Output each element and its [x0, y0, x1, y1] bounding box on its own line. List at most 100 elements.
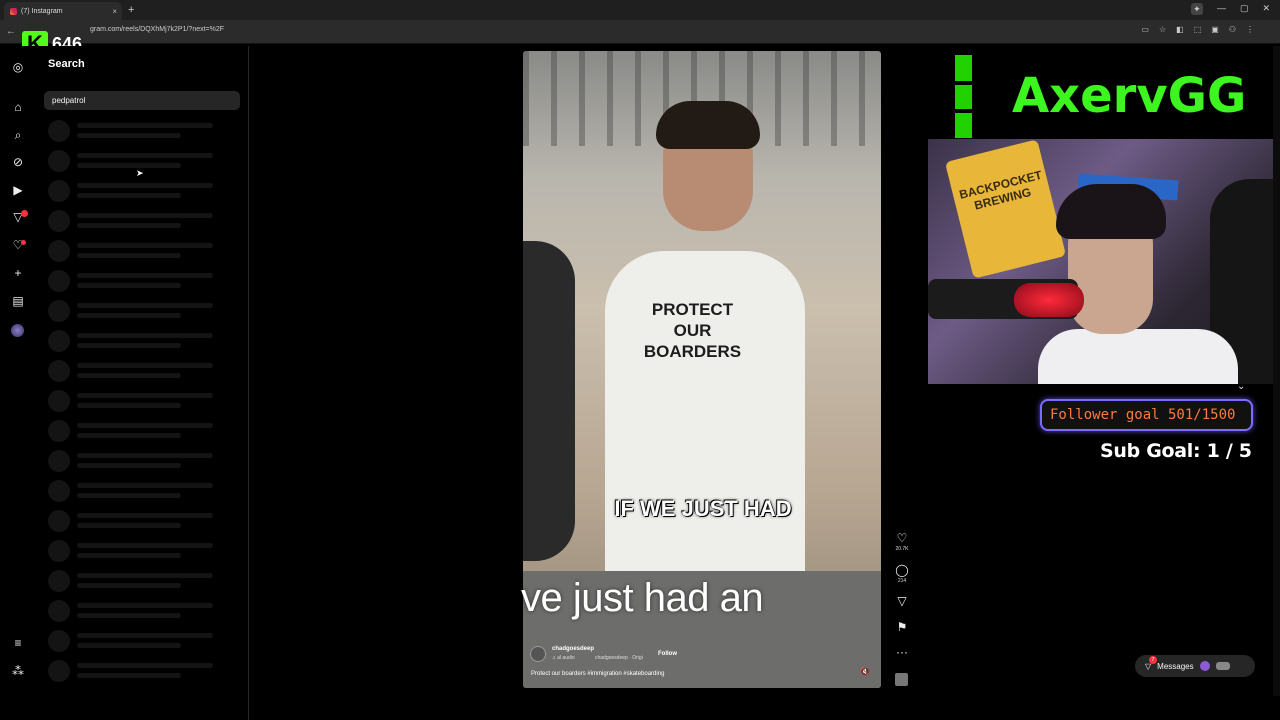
home-icon[interactable]: ⌂ [11, 100, 25, 114]
mute-icon[interactable]: 🔇 [860, 667, 870, 676]
skeleton-line [77, 433, 181, 438]
webcam-feed [928, 139, 1280, 384]
skeleton-avatar [48, 450, 70, 472]
reel-author-avatar[interactable] [530, 646, 546, 662]
notifications-dot [21, 240, 26, 245]
caption-overlay: IF WE JUST HAD [614, 496, 792, 521]
skeleton-line [77, 663, 213, 668]
mic-light [1014, 283, 1084, 317]
chevron-down-icon: ⌄ [1237, 381, 1246, 392]
skeleton-line [77, 393, 213, 398]
send-icon: ▽ [897, 594, 907, 608]
close-window-button[interactable]: ✕ [1262, 3, 1270, 15]
reels-icon[interactable]: ▶ [11, 183, 25, 197]
dashboard-icon[interactable]: ▤ [11, 294, 25, 308]
minimize-button[interactable]: — [1217, 3, 1226, 15]
menu-icon[interactable]: ⋮ [1246, 25, 1254, 34]
create-icon[interactable]: + [11, 266, 25, 280]
skeleton-line [77, 313, 181, 318]
skeleton-avatar [48, 300, 70, 322]
instagram-sidebar: ◎ ⌂ ⌕ ⊘ ▶ ▽ ♡ + ▤ ≡ ⁂ [0, 46, 36, 720]
shirt-print: PROTECT OUR BOARDERS [630, 299, 755, 362]
skeleton-row [48, 450, 218, 472]
skeleton-line [77, 543, 213, 548]
also-from-meta-icon[interactable]: ⁂ [11, 664, 25, 678]
skeleton-line [77, 483, 213, 488]
skeleton-line [77, 603, 213, 608]
skeleton-line [77, 553, 181, 558]
goal-bar-divider [955, 81, 972, 85]
maximize-button[interactable]: ▢ [1240, 3, 1249, 15]
comment-count: 214 [897, 578, 907, 584]
skeleton-row [48, 120, 218, 142]
skeleton-line [77, 163, 181, 168]
bookmark-star-icon[interactable]: ☆ [1159, 25, 1166, 34]
messages-button[interactable]: ▽ 7 Messages [1135, 655, 1255, 677]
sidepanel-icon[interactable]: ▣ [1211, 25, 1219, 34]
skeleton-line [77, 283, 181, 288]
address-bar[interactable]: gram.com/reels/DQXhMj7k2P1/?next=%2F [90, 26, 224, 33]
share-button[interactable]: ▽ [893, 594, 911, 608]
extension-plus-icon[interactable]: ✦ [1190, 3, 1203, 15]
tab-title: (7) Instagram [21, 7, 63, 15]
reel-audio-source[interactable]: chadgoesdeep · Origi [595, 655, 643, 661]
more-menu-icon[interactable]: ≡ [11, 636, 25, 650]
skeleton-row [48, 330, 218, 352]
more-options-button[interactable]: ··· [893, 645, 911, 659]
skeleton-line [77, 153, 213, 158]
back-button[interactable]: ← [6, 26, 16, 37]
skeleton-line [77, 453, 213, 458]
reel-username[interactable]: chadgoesdeep [552, 646, 594, 652]
toolbar-icons: ▭ ☆ ◧ ⬚ ▣ ⚇ ⋮ [1141, 25, 1254, 34]
skeleton-row [48, 420, 218, 442]
goal-bar-divider [955, 109, 972, 113]
search-input[interactable] [44, 91, 240, 110]
skeleton-row [48, 360, 218, 382]
goal-bar [955, 55, 972, 138]
like-button[interactable]: ♡ 20.7K [893, 531, 911, 552]
skeleton-line [77, 213, 213, 218]
shirt-line-3: BOARDERS [643, 342, 742, 361]
skeleton-line [77, 273, 213, 278]
skeleton-row [48, 630, 218, 652]
left-person [523, 241, 575, 561]
skeleton-row [48, 210, 218, 232]
skeleton-line [77, 423, 213, 428]
skeleton-line [77, 513, 213, 518]
skeleton-row [48, 510, 218, 532]
skeleton-line [77, 133, 181, 138]
skeleton-line [77, 193, 181, 198]
skeleton-line [77, 223, 181, 228]
shirt-line-1: PROTECT [651, 300, 734, 319]
skeleton-row [48, 570, 218, 592]
like-count: 20.7K [895, 546, 909, 552]
shirt-line-2: OUR [673, 321, 712, 340]
profile-icon[interactable]: ⚇ [1229, 25, 1236, 34]
subtitle-overlay: ve just had an [521, 576, 764, 620]
puzzle-icon[interactable]: ⬚ [1194, 25, 1202, 34]
reel-audio[interactable]: ♫ al audio [552, 655, 575, 661]
skeleton-avatar [48, 420, 70, 442]
scrollbar[interactable] [1273, 46, 1280, 696]
comment-button[interactable]: ◯ 214 [893, 563, 911, 584]
follow-button[interactable]: Follow [658, 651, 677, 657]
profile-avatar[interactable] [11, 324, 24, 337]
messages-badge: 7 [1149, 655, 1157, 664]
instagram-icon[interactable]: ◎ [11, 60, 25, 74]
new-tab-button[interactable]: + [128, 4, 134, 16]
skeleton-row [48, 540, 218, 562]
extension-icon[interactable]: ◧ [1176, 25, 1184, 34]
browser-tab[interactable]: (7) Instagram × [4, 2, 122, 20]
skeleton-row [48, 600, 218, 622]
cast-icon[interactable]: ▭ [1141, 25, 1149, 34]
bookmark-icon: ⚑ [896, 620, 908, 634]
save-button[interactable]: ⚑ [893, 620, 911, 634]
explore-icon[interactable]: ⊘ [11, 155, 25, 169]
skeleton-line [77, 373, 181, 378]
message-avatar [1199, 661, 1210, 671]
audio-thumbnail[interactable] [895, 673, 908, 686]
search-icon[interactable]: ⌕ [11, 128, 25, 142]
tab-close-icon[interactable]: × [112, 7, 117, 16]
skeleton-row [48, 270, 218, 292]
skeleton-avatar [48, 600, 70, 622]
